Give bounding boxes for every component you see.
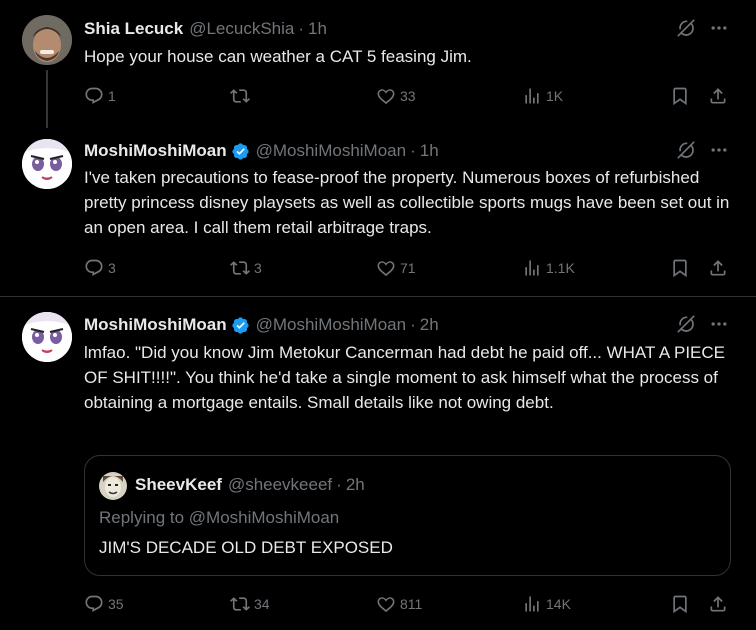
anime-avatar-image xyxy=(22,139,72,189)
like-count: 71 xyxy=(400,260,416,276)
more-icon[interactable] xyxy=(708,18,730,38)
views-icon xyxy=(522,86,542,106)
like-icon xyxy=(376,86,396,106)
user-handle[interactable]: @MoshiMoshiMoan xyxy=(256,141,406,161)
bookmark-button[interactable] xyxy=(670,258,690,278)
quoted-tweet[interactable]: SheevKeef @sheevkeeef · 2h Replying to @… xyxy=(84,455,731,576)
more-icon[interactable] xyxy=(708,314,730,334)
divider xyxy=(0,296,756,297)
avatar[interactable] xyxy=(22,312,72,362)
reply-icon xyxy=(84,258,104,278)
views-count: 1K xyxy=(546,88,564,104)
reply-icon xyxy=(84,86,104,106)
reply-count: 35 xyxy=(108,596,124,612)
separator-dot: · xyxy=(336,475,342,494)
share-button[interactable] xyxy=(708,258,728,278)
timestamp[interactable]: 1h xyxy=(420,141,439,161)
tweet-header: MoshiMoshiMoan @MoshiMoshiMoan · 2h xyxy=(84,315,439,335)
quoted-timestamp[interactable]: 2h xyxy=(346,475,365,495)
quoted-display-name[interactable]: SheevKeef xyxy=(135,475,222,495)
tweet-header: MoshiMoshiMoan @MoshiMoshiMoan · 1h xyxy=(84,141,439,161)
tweet-text: Hope your house can weather a CAT 5 feas… xyxy=(84,47,472,66)
reply-count: 3 xyxy=(108,260,116,276)
shia-avatar-image xyxy=(22,15,72,65)
like-count: 811 xyxy=(400,596,423,612)
reply-button[interactable]: 3 xyxy=(84,258,116,278)
share-button[interactable] xyxy=(708,86,728,106)
views-icon xyxy=(522,258,542,278)
repost-count: 34 xyxy=(254,596,270,612)
views-button[interactable]: 14K xyxy=(522,594,571,614)
repost-count: 3 xyxy=(254,260,262,276)
tweet-header: Shia Lecuck @LecuckShia · 1h xyxy=(84,19,327,39)
sheev-avatar-image xyxy=(99,472,127,500)
reply-icon xyxy=(84,594,104,614)
repost-button[interactable]: 34 xyxy=(230,594,270,614)
like-icon xyxy=(376,258,396,278)
tweet-actions: 1 33 1K xyxy=(84,86,734,108)
like-button[interactable]: 71 xyxy=(376,258,416,278)
repost-icon xyxy=(230,258,250,278)
quoted-header: SheevKeef @sheevkeeef · 2h xyxy=(135,475,365,495)
reply-button[interactable]: 1 xyxy=(84,86,116,106)
tweet-actions: 35 34 811 14K xyxy=(84,594,734,616)
display-name[interactable]: MoshiMoshiMoan xyxy=(84,315,227,335)
verified-icon xyxy=(231,316,250,335)
views-button[interactable]: 1K xyxy=(522,86,563,106)
repost-icon xyxy=(230,594,250,614)
separator-dot: · xyxy=(410,141,416,160)
share-icon xyxy=(708,594,728,614)
bookmark-icon xyxy=(670,258,690,278)
quoted-handle[interactable]: @sheevkeeef xyxy=(228,475,332,495)
repost-icon xyxy=(230,86,250,106)
views-count: 1.1K xyxy=(546,260,575,276)
views-icon xyxy=(522,594,542,614)
avatar[interactable] xyxy=(22,139,72,189)
avatar[interactable] xyxy=(22,15,72,65)
more-icon[interactable] xyxy=(708,140,730,160)
repost-button[interactable] xyxy=(230,86,250,106)
user-handle[interactable]: @LecuckShia xyxy=(189,19,294,39)
repost-button[interactable]: 3 xyxy=(230,258,262,278)
bookmark-button[interactable] xyxy=(670,86,690,106)
bookmark-icon xyxy=(670,594,690,614)
share-icon xyxy=(708,258,728,278)
verified-icon xyxy=(231,142,250,161)
separator-dot: · xyxy=(410,315,416,334)
share-button[interactable] xyxy=(708,594,728,614)
timestamp[interactable]: 2h xyxy=(420,315,439,335)
tweet-actions: 3 3 71 1.1K xyxy=(84,258,734,280)
tweet-text: I've taken precautions to fease-proof th… xyxy=(84,168,730,237)
display-name[interactable]: MoshiMoshiMoan xyxy=(84,141,227,161)
timestamp[interactable]: 1h xyxy=(308,19,327,39)
quoted-text: JIM'S DECADE OLD DEBT EXPOSED xyxy=(99,538,393,557)
reply-button[interactable]: 35 xyxy=(84,594,124,614)
bookmark-icon xyxy=(670,86,690,106)
reply-count: 1 xyxy=(108,88,116,104)
separator-dot: · xyxy=(298,19,305,38)
quoted-avatar[interactable] xyxy=(99,472,127,500)
thread-line xyxy=(46,70,48,128)
views-button[interactable]: 1.1K xyxy=(522,258,575,278)
like-count: 33 xyxy=(400,88,416,104)
like-icon xyxy=(376,594,396,614)
anime-avatar-image xyxy=(22,312,72,362)
replying-to: Replying to @MoshiMoshiMoan xyxy=(99,508,340,527)
bookmark-button[interactable] xyxy=(670,594,690,614)
grok-icon[interactable] xyxy=(676,314,696,334)
grok-icon[interactable] xyxy=(676,140,696,160)
grok-icon[interactable] xyxy=(676,18,696,38)
display-name[interactable]: Shia Lecuck xyxy=(84,19,183,39)
share-icon xyxy=(708,86,728,106)
views-count: 14K xyxy=(546,596,571,612)
like-button[interactable]: 33 xyxy=(376,86,416,106)
like-button[interactable]: 811 xyxy=(376,594,422,614)
user-handle[interactable]: @MoshiMoshiMoan xyxy=(256,315,406,335)
tweet-text: lmfao. "Did you know Jim Metokur Cancerm… xyxy=(84,343,725,412)
